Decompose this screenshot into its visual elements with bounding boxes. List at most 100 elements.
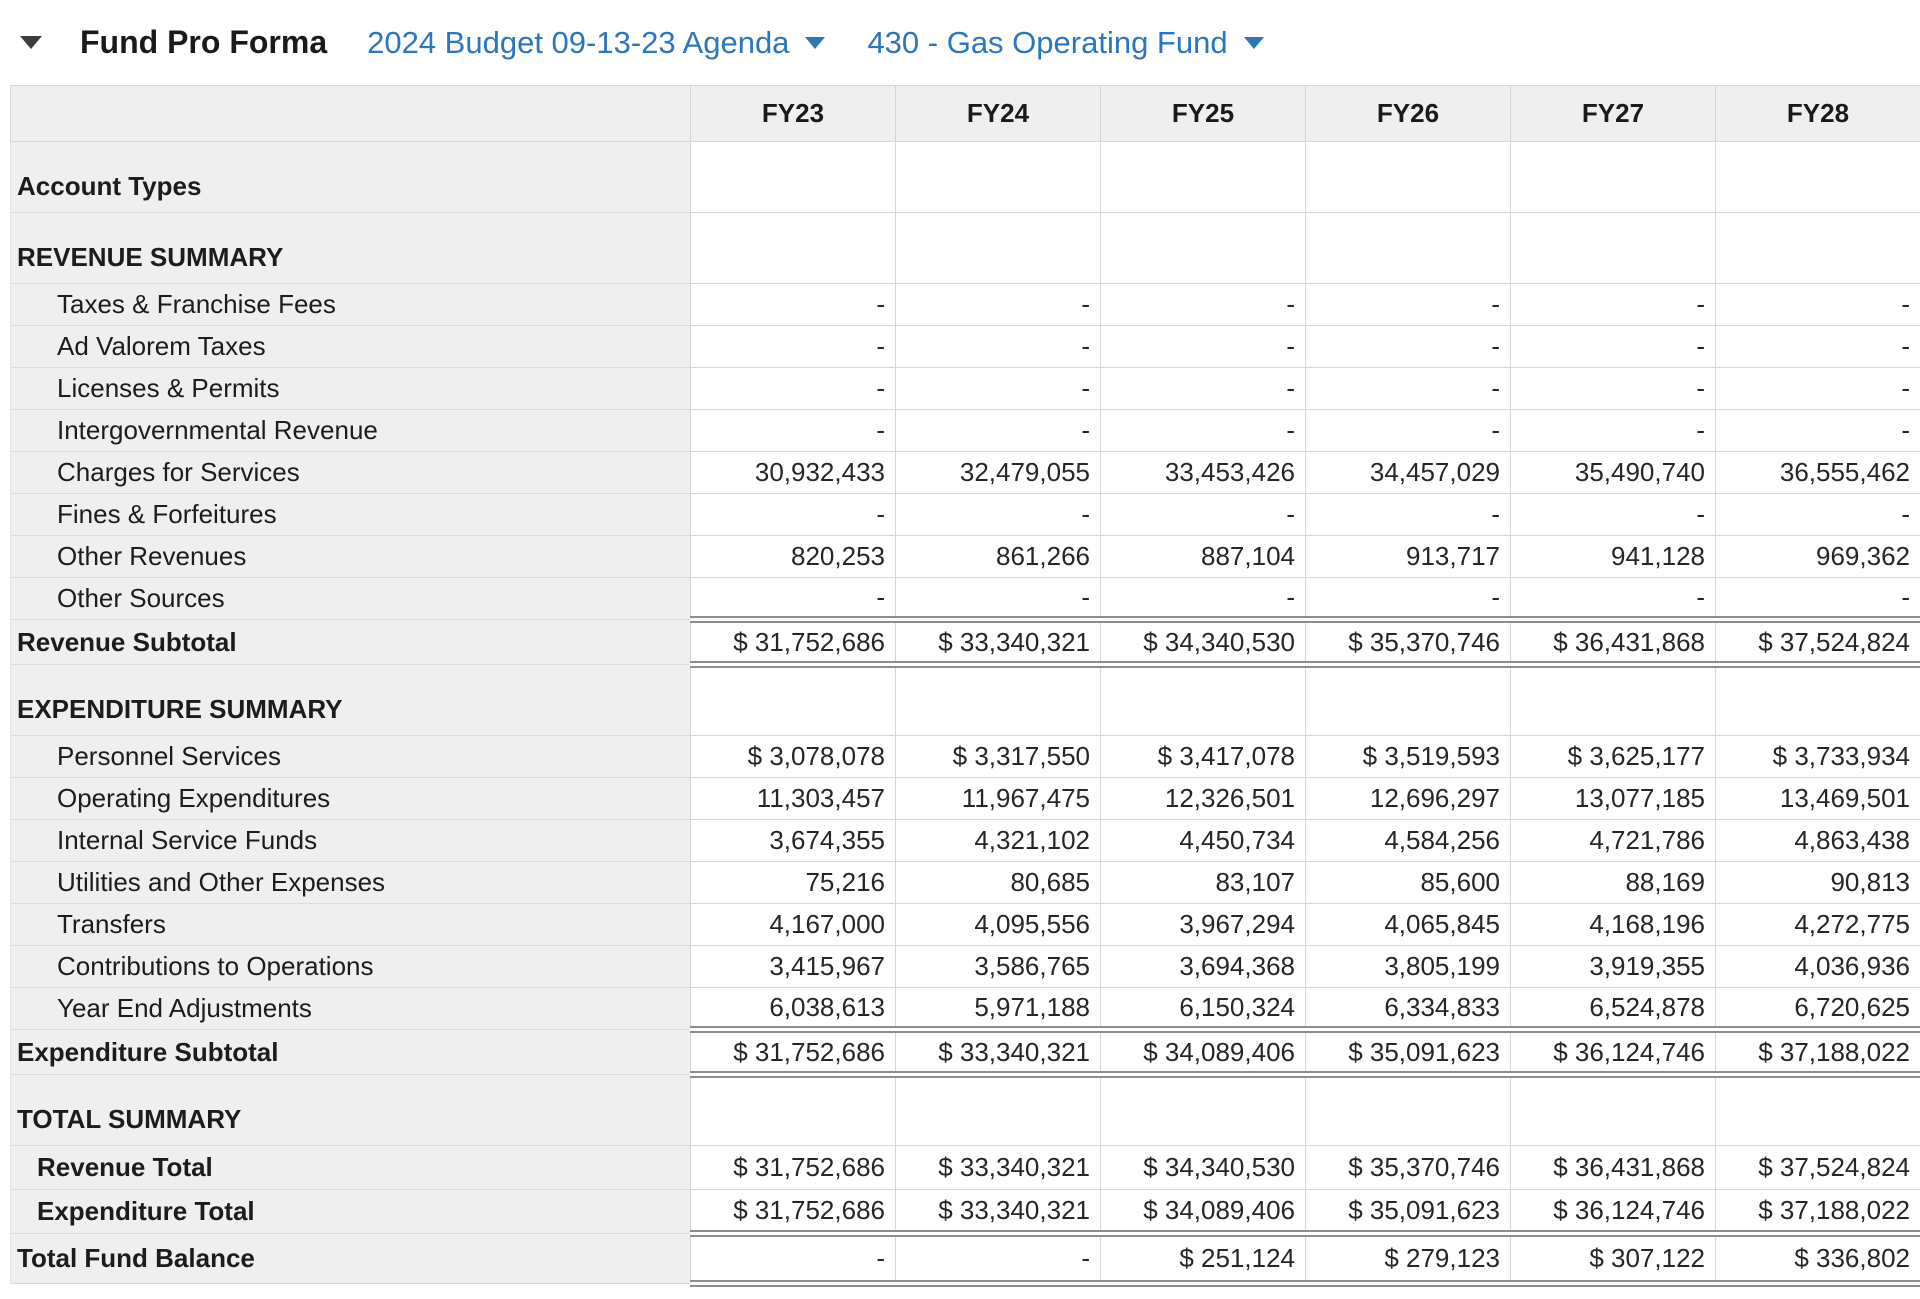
cell-fy23: $ 31,752,686 — [691, 620, 896, 665]
cell-fy27: - — [1511, 284, 1716, 326]
cell-fy24: - — [896, 1234, 1101, 1284]
budget-dropdown[interactable]: 2024 Budget 09-13-23 Agenda — [367, 25, 825, 61]
cell-fy24: - — [896, 578, 1101, 620]
cell-fy27: 941,128 — [1511, 536, 1716, 578]
table-row: REVENUE SUMMARY — [11, 213, 1920, 284]
cell-fy25: - — [1101, 326, 1306, 368]
pro-forma-table-body: Account TypesREVENUE SUMMARYTaxes & Fran… — [11, 142, 1920, 1284]
cell-fy27: $ 307,122 — [1511, 1234, 1716, 1284]
cell-fy24: 80,685 — [896, 862, 1101, 904]
chevron-down-icon — [805, 37, 825, 49]
row-label: Revenue Subtotal — [11, 620, 691, 665]
row-label: Taxes & Franchise Fees — [11, 284, 691, 326]
row-label: Expenditure Total — [11, 1190, 691, 1234]
row-label: Total Fund Balance — [11, 1234, 691, 1284]
column-header-fy23: FY23 — [691, 86, 896, 142]
cell-fy23: - — [691, 326, 896, 368]
cell-fy24: - — [896, 410, 1101, 452]
cell-fy26: 3,805,199 — [1306, 946, 1511, 988]
cell-fy25 — [1101, 213, 1306, 284]
cell-fy23: - — [691, 1234, 896, 1284]
cell-fy26: 85,600 — [1306, 862, 1511, 904]
table-row: Revenue Subtotal$ 31,752,686$ 33,340,321… — [11, 620, 1920, 665]
cell-fy28: $ 336,802 — [1716, 1234, 1920, 1284]
row-label: TOTAL SUMMARY — [11, 1075, 691, 1146]
cell-fy24: 32,479,055 — [896, 452, 1101, 494]
row-label: Ad Valorem Taxes — [11, 326, 691, 368]
cell-fy24: $ 33,340,321 — [896, 1030, 1101, 1075]
cell-fy24 — [896, 213, 1101, 284]
row-label: EXPENDITURE SUMMARY — [11, 665, 691, 736]
cell-fy28: - — [1716, 578, 1920, 620]
cell-fy24: 4,321,102 — [896, 820, 1101, 862]
cell-fy23: 75,216 — [691, 862, 896, 904]
table-row: Fines & Forfeitures------ — [11, 494, 1920, 536]
cell-fy27: 35,490,740 — [1511, 452, 1716, 494]
cell-fy23: - — [691, 368, 896, 410]
cell-fy26: $ 279,123 — [1306, 1234, 1511, 1284]
cell-fy23: 3,415,967 — [691, 946, 896, 988]
cell-fy25: 83,107 — [1101, 862, 1306, 904]
cell-fy26: $ 3,519,593 — [1306, 736, 1511, 778]
cell-fy24: 3,586,765 — [896, 946, 1101, 988]
cell-fy25: 887,104 — [1101, 536, 1306, 578]
cell-fy25: - — [1101, 410, 1306, 452]
cell-fy26: 913,717 — [1306, 536, 1511, 578]
cell-fy28: - — [1716, 494, 1920, 536]
cell-fy23: $ 31,752,686 — [691, 1146, 896, 1190]
collapse-caret-icon[interactable] — [20, 36, 42, 49]
cell-fy26: 12,696,297 — [1306, 778, 1511, 820]
cell-fy26: - — [1306, 410, 1511, 452]
cell-fy25: $ 34,340,530 — [1101, 620, 1306, 665]
row-label: Licenses & Permits — [11, 368, 691, 410]
cell-fy28: 4,863,438 — [1716, 820, 1920, 862]
cell-fy24: $ 33,340,321 — [896, 1190, 1101, 1234]
cell-fy26: 34,457,029 — [1306, 452, 1511, 494]
cell-fy23: 4,167,000 — [691, 904, 896, 946]
cell-fy24: $ 3,317,550 — [896, 736, 1101, 778]
cell-fy27: 4,168,196 — [1511, 904, 1716, 946]
cell-fy26: $ 35,370,746 — [1306, 1146, 1511, 1190]
row-label: Operating Expenditures — [11, 778, 691, 820]
table-row: Charges for Services30,932,43332,479,055… — [11, 452, 1920, 494]
cell-fy28: $ 37,524,824 — [1716, 1146, 1920, 1190]
cell-fy27 — [1511, 665, 1716, 736]
cell-fy24: $ 33,340,321 — [896, 620, 1101, 665]
cell-fy25: $ 251,124 — [1101, 1234, 1306, 1284]
cell-fy24 — [896, 1075, 1101, 1146]
table-row: Operating Expenditures11,303,45711,967,4… — [11, 778, 1920, 820]
cell-fy23 — [691, 213, 896, 284]
budget-dropdown-label: 2024 Budget 09-13-23 Agenda — [367, 25, 789, 61]
cell-fy27: - — [1511, 578, 1716, 620]
cell-fy26: - — [1306, 326, 1511, 368]
table-row: TOTAL SUMMARY — [11, 1075, 1920, 1146]
cell-fy23 — [691, 1075, 896, 1146]
cell-fy28: $ 37,188,022 — [1716, 1190, 1920, 1234]
cell-fy27: 88,169 — [1511, 862, 1716, 904]
fund-dropdown[interactable]: 430 - Gas Operating Fund — [867, 25, 1263, 61]
cell-fy27: - — [1511, 494, 1716, 536]
table-row: Internal Service Funds3,674,3554,321,102… — [11, 820, 1920, 862]
row-label: Year End Adjustments — [11, 988, 691, 1030]
cell-fy24 — [896, 665, 1101, 736]
cell-fy25: 33,453,426 — [1101, 452, 1306, 494]
cell-fy25 — [1101, 665, 1306, 736]
cell-fy28: - — [1716, 368, 1920, 410]
table-row: Personnel Services$ 3,078,078$ 3,317,550… — [11, 736, 1920, 778]
column-header-fy24: FY24 — [896, 86, 1101, 142]
cell-fy28: - — [1716, 326, 1920, 368]
cell-fy28: 6,720,625 — [1716, 988, 1920, 1030]
column-header-fy26: FY26 — [1306, 86, 1511, 142]
cell-fy24: 5,971,188 — [896, 988, 1101, 1030]
row-label: Personnel Services — [11, 736, 691, 778]
cell-fy23: - — [691, 284, 896, 326]
table-row: Other Sources------ — [11, 578, 1920, 620]
cell-fy25: - — [1101, 368, 1306, 410]
table-row: Licenses & Permits------ — [11, 368, 1920, 410]
cell-fy26 — [1306, 665, 1511, 736]
cell-fy25: $ 3,417,078 — [1101, 736, 1306, 778]
cell-fy25: 3,694,368 — [1101, 946, 1306, 988]
cell-fy28: - — [1716, 284, 1920, 326]
row-label: Expenditure Subtotal — [11, 1030, 691, 1075]
cell-fy26 — [1306, 142, 1511, 213]
